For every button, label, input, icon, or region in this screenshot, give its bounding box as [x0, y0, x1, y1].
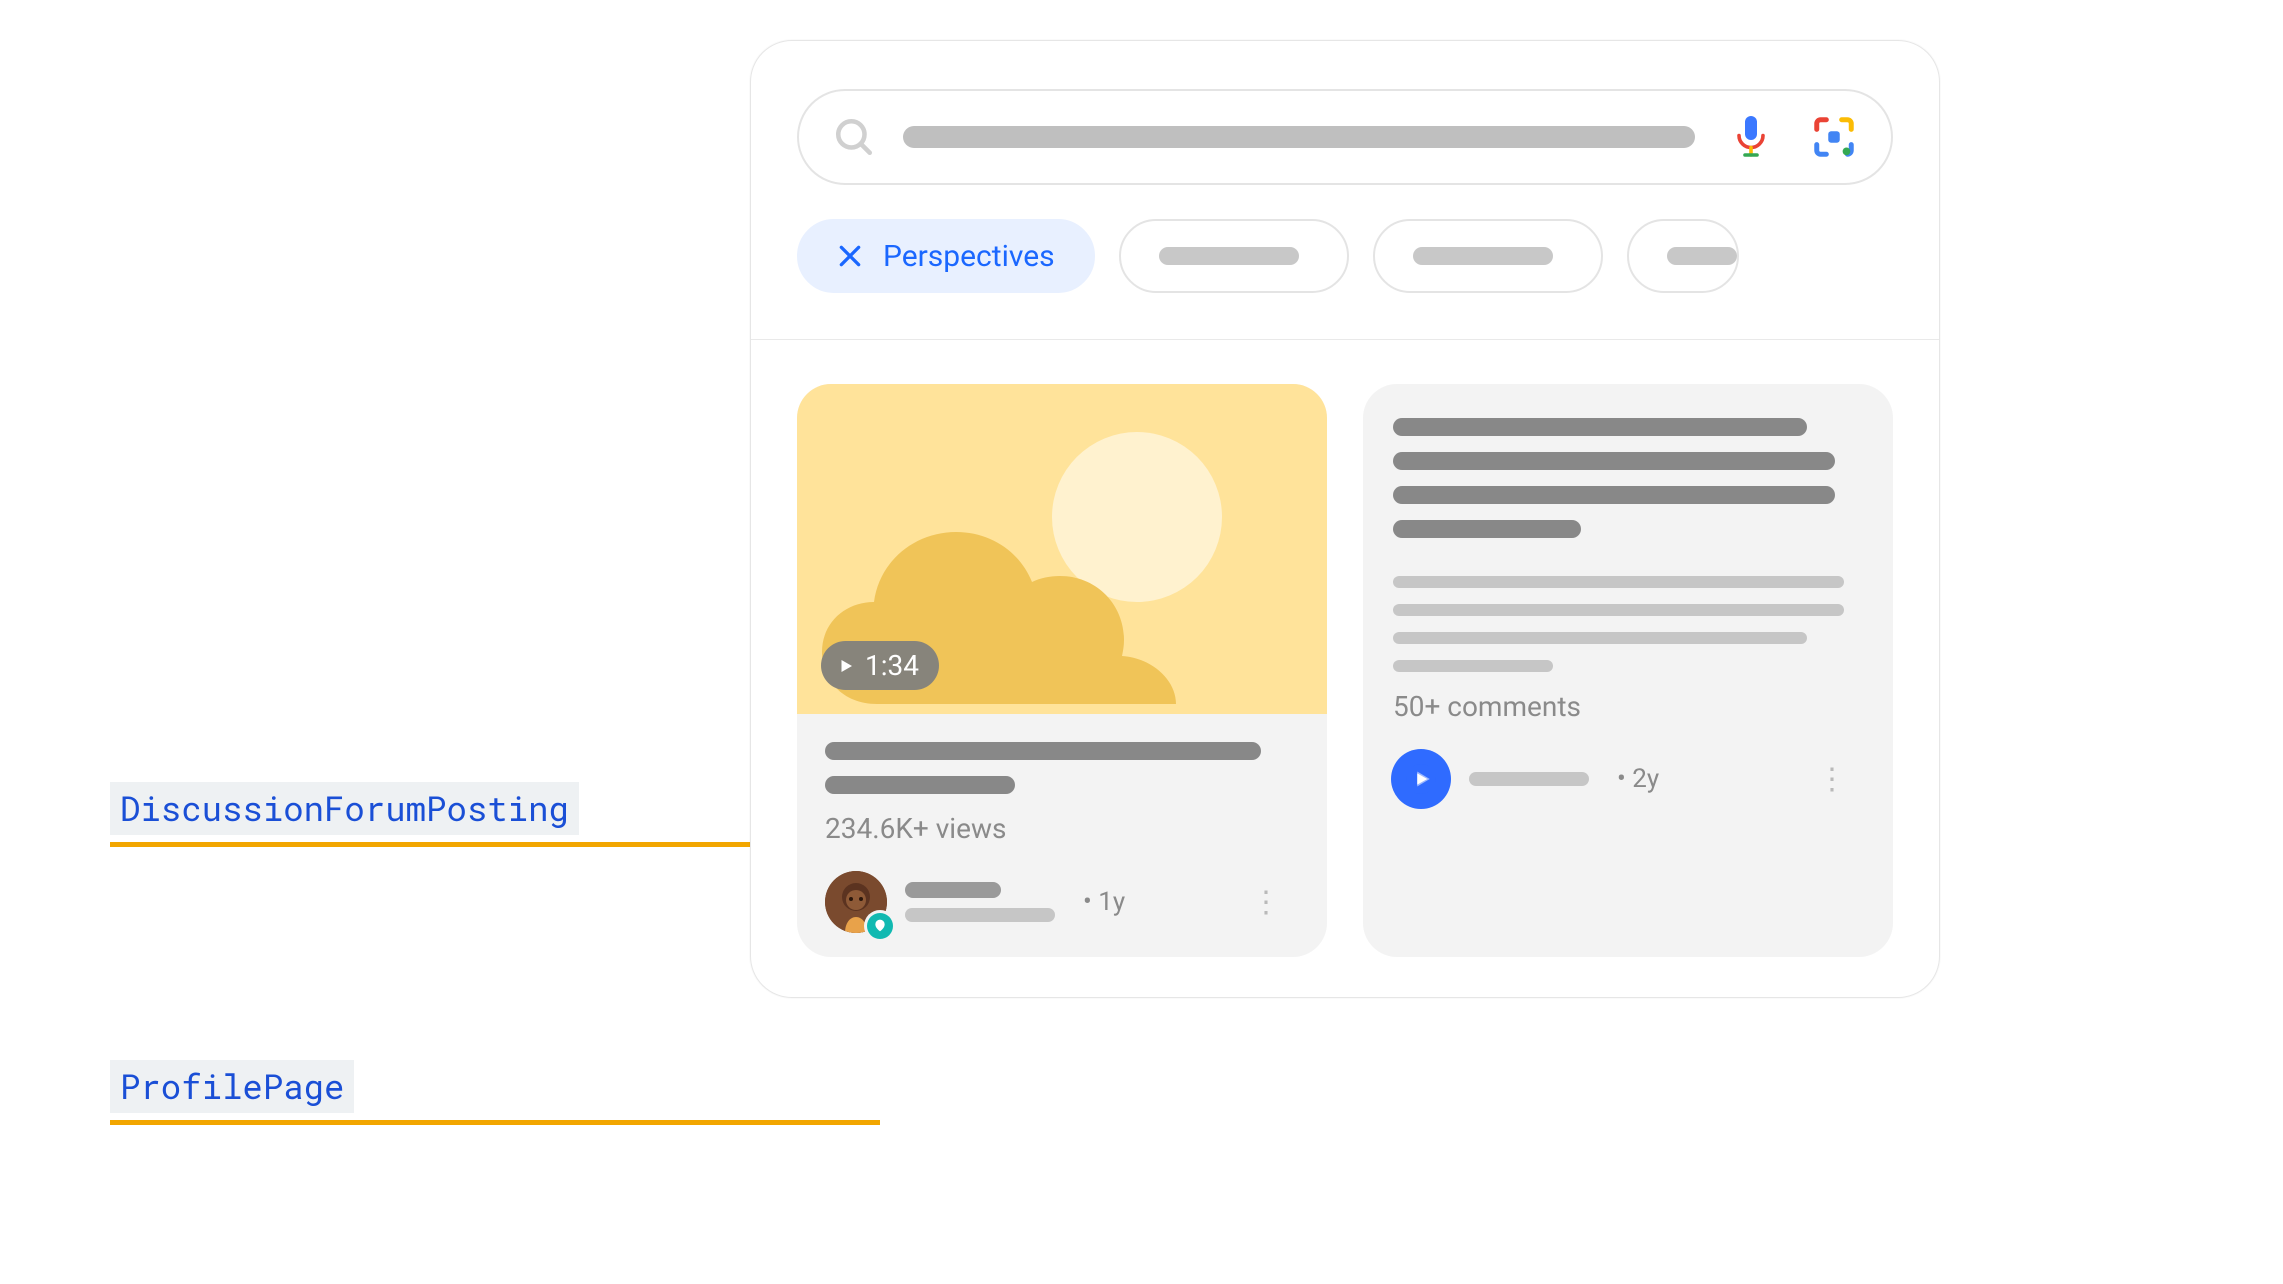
filter-chips: Perspectives — [797, 219, 1893, 293]
verified-badge-icon — [867, 913, 893, 939]
annotation-discussion-label: DiscussionForumPosting — [110, 782, 579, 835]
chip-perspectives-label: Perspectives — [883, 239, 1055, 274]
annotation-profile-label: ProfilePage — [110, 1060, 354, 1113]
more-icon[interactable]: ⋮ — [1251, 885, 1299, 920]
play-icon — [837, 657, 855, 675]
divider — [751, 339, 1939, 340]
video-duration-badge: 1:34 — [821, 641, 939, 690]
source-name — [1469, 772, 1589, 786]
search-bar[interactable] — [797, 89, 1893, 185]
search-query-placeholder — [903, 126, 1695, 148]
creator-row: • 1y ⋮ — [797, 845, 1327, 933]
lens-icon[interactable] — [1811, 114, 1857, 160]
post-body-1 — [1393, 576, 1844, 588]
source-icon[interactable] — [1391, 749, 1451, 809]
post-body-4 — [1393, 660, 1553, 672]
more-icon-2[interactable]: ⋮ — [1817, 762, 1865, 797]
post-age-2: • 2y — [1617, 764, 1659, 794]
chip-placeholder-3[interactable] — [1627, 219, 1739, 293]
annotation-profile-line — [110, 1120, 880, 1125]
title-line-1 — [825, 742, 1261, 760]
post-body-2 — [1393, 604, 1844, 616]
result-card-post[interactable]: 50+ comments • 2y — [1363, 384, 1893, 957]
source-play-icon — [1406, 764, 1436, 794]
annotation-discussion: DiscussionForumPosting — [110, 782, 579, 835]
result-cards: 1:34 234.6K+ views — [797, 384, 1893, 957]
chip-perspectives[interactable]: Perspectives — [797, 219, 1095, 293]
search-results-mock: Perspectives — [750, 40, 1940, 998]
post-title-3 — [1393, 486, 1835, 504]
video-duration-text: 1:34 — [865, 649, 919, 682]
video-views: 234.6K+ views — [825, 812, 1299, 845]
post-age: • 1y — [1083, 887, 1125, 917]
creator-avatar[interactable] — [825, 871, 887, 933]
source-row: • 2y ⋮ — [1363, 723, 1893, 809]
post-title-4 — [1393, 520, 1581, 538]
mic-icon[interactable] — [1733, 114, 1769, 160]
comment-count: 50+ comments — [1393, 690, 1863, 723]
title-line-2 — [825, 776, 1015, 794]
search-icon — [833, 116, 875, 158]
post-body-3 — [1393, 632, 1807, 644]
creator-name — [905, 882, 1055, 922]
chip-placeholder-1[interactable] — [1119, 219, 1349, 293]
chip-placeholder-2[interactable] — [1373, 219, 1603, 293]
video-thumbnail: 1:34 — [797, 384, 1327, 714]
annotation-profile: ProfilePage — [110, 1060, 354, 1113]
close-icon[interactable] — [837, 243, 863, 269]
post-title-1 — [1393, 418, 1807, 436]
result-card-video[interactable]: 1:34 234.6K+ views — [797, 384, 1327, 957]
post-title-2 — [1393, 452, 1835, 470]
